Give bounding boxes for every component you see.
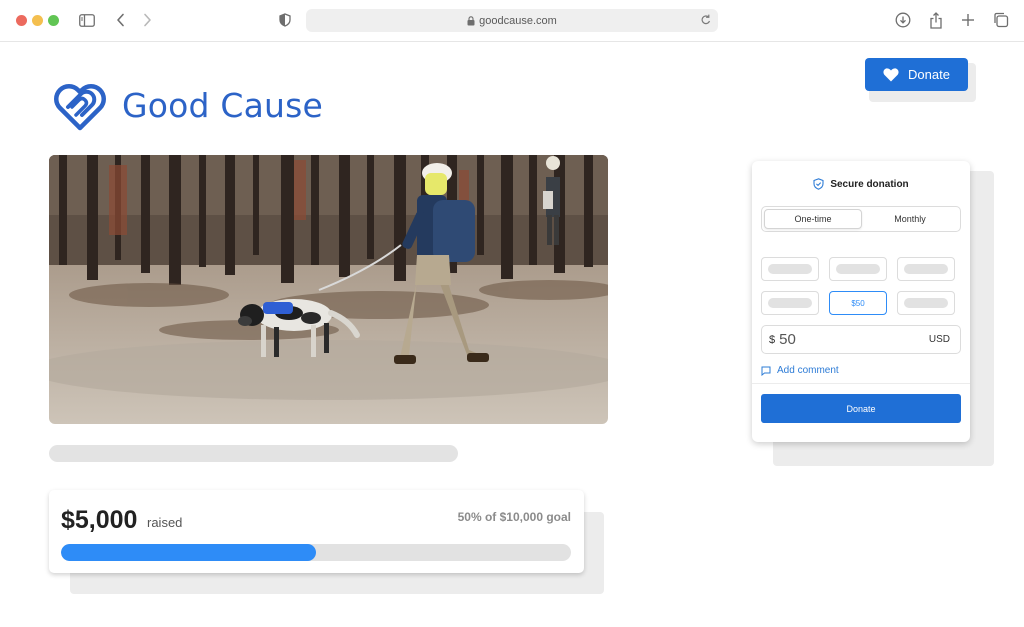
add-comment-label: Add comment [777,365,839,376]
zoom-window-button[interactable] [48,15,59,26]
amount-option-selected[interactable]: $50 [829,291,887,315]
amount-placeholder [836,264,880,274]
frequency-toggle: One-time Monthly [761,206,961,232]
browser-toolbar: goodcause.com [0,0,1024,42]
progress-bar [61,544,571,561]
amount-input[interactable]: $ 50 USD [761,325,961,354]
amount-value: 50 [779,331,796,348]
add-comment-link[interactable]: Add comment [761,365,839,376]
header-donate-button[interactable]: Donate [865,58,968,91]
raised-amount: $5,000 [61,506,138,534]
amount-placeholder [768,298,812,308]
good-cause-logo-icon[interactable] [54,82,106,132]
progress-bar-fill [61,544,316,561]
heart-icon [883,67,899,81]
close-window-button[interactable] [16,15,27,26]
amount-option[interactable] [761,291,819,315]
currency-symbol: $ [769,333,776,346]
frequency-option-monthly[interactable]: Monthly [862,209,958,229]
brand-name[interactable]: Good Cause [122,86,323,125]
amount-placeholder [904,264,948,274]
amount-option[interactable] [897,291,955,315]
frequency-option-one-time[interactable]: One-time [764,209,862,229]
sidebar-icon[interactable] [77,10,97,30]
header-donate-label: Donate [908,67,950,82]
hero-photo [49,155,608,424]
currency-code: USD [928,334,950,345]
downloads-icon[interactable] [893,10,913,30]
divider [752,383,970,384]
share-icon[interactable] [926,10,946,30]
minimize-window-button[interactable] [32,15,43,26]
address-bar[interactable]: goodcause.com [306,9,718,32]
comment-icon [761,366,771,376]
donation-widget: Secure donation One-time Monthly $50 $ 5… [752,161,970,442]
amount-option[interactable] [829,257,887,281]
url-text: goodcause.com [479,14,557,27]
raised-label: raised [147,515,183,530]
new-tab-icon[interactable] [958,10,978,30]
amount-option[interactable] [897,257,955,281]
amount-placeholder [904,298,948,308]
privacy-shield-icon[interactable] [275,10,295,30]
secure-donation-header: Secure donation [752,178,970,190]
photo-volunteer-with-dog-icon [49,155,608,424]
goal-text: 50% of $10,000 goal [457,510,571,524]
shield-check-icon [813,178,824,190]
secure-donation-label: Secure donation [830,178,909,190]
forward-icon[interactable] [137,10,157,30]
title-placeholder-bar [49,445,458,462]
amount-option[interactable] [761,257,819,281]
widget-donate-button[interactable]: Donate [761,394,961,423]
back-icon[interactable] [111,10,131,30]
lock-icon [467,15,475,26]
reload-icon[interactable] [700,13,712,27]
fundraising-progress-card: $5,000 raised 50% of $10,000 goal [49,490,584,573]
tab-overview-icon[interactable] [991,10,1011,30]
amount-placeholder [768,264,812,274]
